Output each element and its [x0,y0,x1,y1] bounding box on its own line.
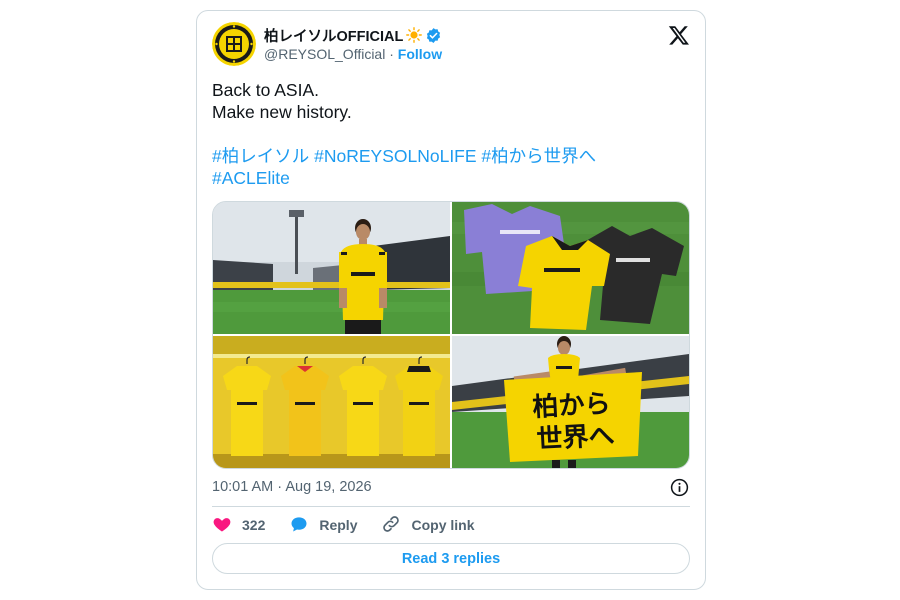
copy-link-button[interactable]: Copy link [381,514,475,537]
club-crest-icon[interactable] [212,22,256,66]
display-name[interactable]: 柏レイソルOFFICIAL [264,25,403,46]
hashtag-line-1: #柏レイソル #NoREYSOLNoLIFE #柏から世界へ [212,145,692,167]
like-button[interactable]: 322 [212,514,265,537]
handle[interactable]: @REYSOL_Official [264,46,385,62]
media-grid: 柏から 世界へ [212,201,690,469]
author-name-row[interactable]: 柏レイソルOFFICIAL [264,25,442,45]
sun-icon [406,27,423,43]
timestamp[interactable]: 10:01 AM · Aug 19, 2026 [212,479,372,495]
hashtag-link[interactable]: #柏から世界へ [481,146,596,166]
action-bar: 322 Reply Copy link [212,514,499,536]
like-count: 322 [242,517,266,533]
hashtag-line-2: #ACLElite [212,167,692,189]
hashtag-link[interactable]: #柏レイソル [212,146,309,166]
flag-text-line-2: 世界へ [536,421,615,455]
flag-text-line-1: 柏から [532,389,611,423]
read-replies-button[interactable]: Read 3 replies [212,543,690,574]
photo-player-stadium[interactable] [213,202,450,334]
reply-bubble-icon [289,514,309,537]
reply-label: Reply [319,517,358,533]
verified-badge-icon [425,27,442,44]
photo-player-with-flag[interactable]: 柏から 世界へ [452,336,689,468]
hashtag-link[interactable]: #NoREYSOLNoLIFE [314,146,476,166]
photo-shirts-on-hangers[interactable] [213,336,450,468]
tweet-line-1: Back to ASIA. [212,80,319,100]
heart-icon [212,514,232,537]
handle-row: @REYSOL_Official · Follow [264,46,442,62]
reply-button[interactable]: Reply [289,514,357,537]
tweet-line-2: Make new history. [212,102,352,122]
copy-link-label: Copy link [411,517,475,533]
photo-shirts-on-grass[interactable] [452,202,689,334]
link-icon [381,514,401,537]
tweet-text: Back to ASIA. Make new history. #柏レイソル #… [212,79,692,189]
hashtag-link[interactable]: #ACLElite [212,168,290,188]
divider [212,506,690,507]
tweet-card: 柏レイソルOFFICIAL @REYSOL_Official · Follow [196,10,706,590]
info-icon[interactable] [670,478,689,497]
follow-button[interactable]: Follow [398,46,442,62]
x-logo-icon[interactable] [668,24,690,46]
separator: · [389,46,394,62]
